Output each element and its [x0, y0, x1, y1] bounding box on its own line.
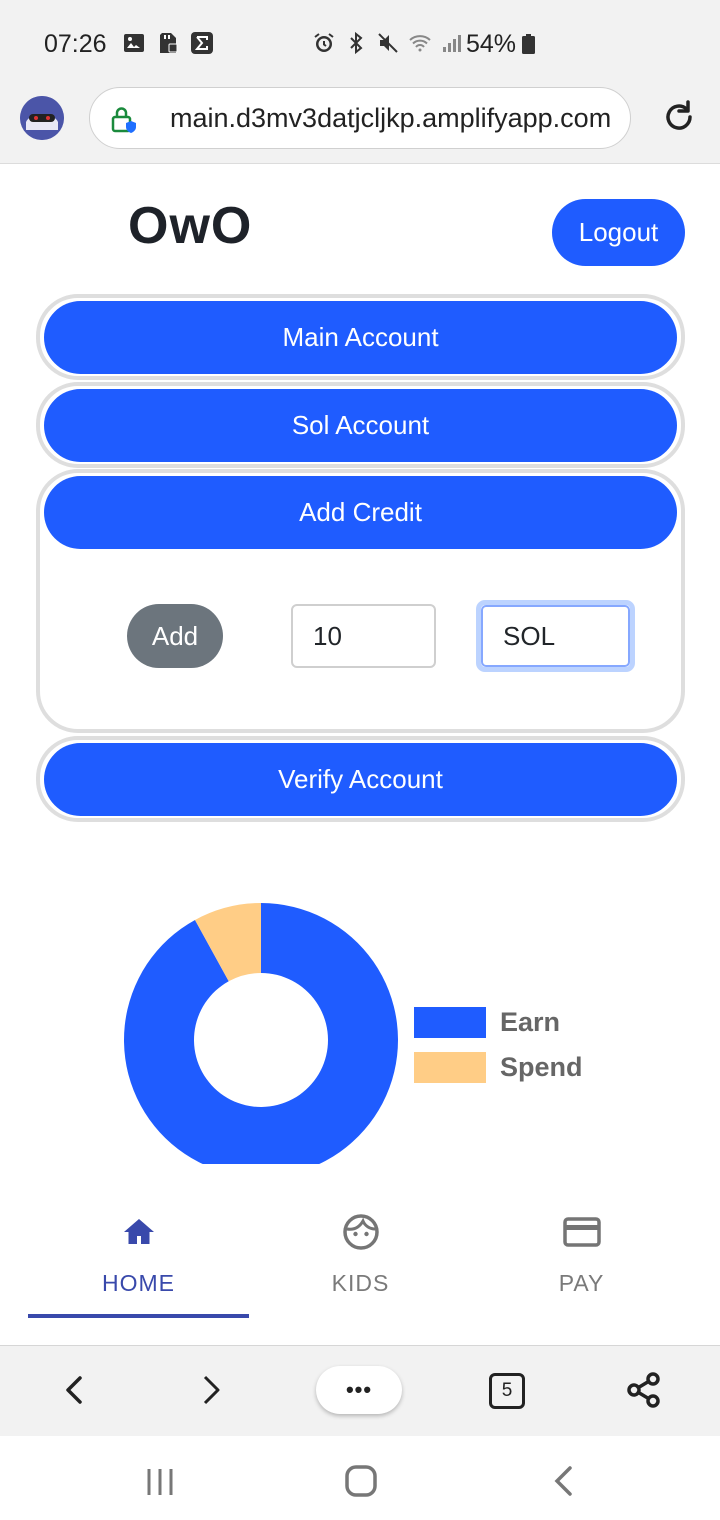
nav-pay[interactable]: PAY	[471, 1190, 692, 1318]
status-notification-icons	[122, 31, 214, 55]
kid-face-icon	[342, 1214, 379, 1250]
sol-account-button[interactable]: Sol Account	[44, 389, 677, 462]
legend-swatch	[414, 1007, 486, 1038]
bottom-navigation: HOME KIDS PAY	[0, 1190, 720, 1340]
legend-label: Spend	[500, 1052, 583, 1082]
reload-icon[interactable]	[660, 98, 698, 136]
recent-apps-icon[interactable]	[140, 1462, 180, 1502]
home-button-icon[interactable]	[340, 1460, 382, 1502]
system-back-icon[interactable]	[544, 1460, 584, 1502]
sigma-icon	[191, 32, 213, 54]
verify-account-button[interactable]: Verify Account	[44, 743, 677, 816]
status-time: 07:26	[44, 30, 107, 58]
share-icon[interactable]	[622, 1368, 666, 1412]
nav-active-indicator	[28, 1314, 249, 1318]
browser-address-row: main.d3mv3datjcljkp.amplifyapp.com	[0, 82, 720, 164]
add-button[interactable]: Add	[127, 604, 223, 668]
mute-icon	[378, 33, 398, 53]
lock-icon[interactable]	[110, 106, 136, 134]
sd-card-icon	[160, 33, 178, 53]
nav-kids[interactable]: KIDS	[250, 1190, 471, 1318]
more-menu-button[interactable]: •••	[316, 1366, 402, 1414]
url-text[interactable]: main.d3mv3datjcljkp.amplifyapp.com	[170, 103, 620, 135]
app-title: OwO	[128, 197, 253, 255]
chart-legend: Earn Spend	[414, 1000, 583, 1090]
nav-home-label: HOME	[102, 1270, 175, 1296]
legend-swatch	[414, 1052, 486, 1083]
legend-label: Earn	[500, 1007, 561, 1037]
main-account-button[interactable]: Main Account	[44, 301, 677, 374]
site-avatar-icon[interactable]	[20, 96, 64, 140]
accordion-add-credit: Add Credit Add 10 SOL	[36, 469, 685, 733]
logout-button[interactable]: Logout	[552, 199, 685, 266]
forward-arrow-icon[interactable]	[190, 1368, 234, 1412]
currency-input[interactable]: SOL	[481, 605, 630, 667]
accordion-sol-account: Sol Account	[36, 382, 685, 468]
accordion-verify-account: Verify Account	[36, 736, 685, 822]
status-system-icons	[312, 31, 464, 55]
tabs-button[interactable]: 5	[489, 1373, 525, 1409]
alarm-icon	[314, 33, 334, 52]
legend-item-spend[interactable]: Spend	[414, 1045, 583, 1090]
browser-toolbar: ••• 5	[0, 1345, 720, 1436]
signal-icon	[443, 35, 461, 52]
gallery-icon	[124, 34, 144, 52]
wifi-icon	[409, 35, 431, 52]
accordion-main-account: Main Account	[36, 294, 685, 380]
credit-card-icon	[562, 1217, 601, 1247]
status-bar: 07:26 54%	[0, 0, 720, 82]
battery-percent: 54%	[466, 30, 517, 58]
currency-focus-ring: SOL	[476, 600, 635, 672]
system-navigation-bar	[0, 1436, 720, 1520]
back-arrow-icon[interactable]	[52, 1368, 96, 1412]
battery-icon	[522, 34, 535, 54]
home-icon	[123, 1219, 154, 1244]
amount-input[interactable]: 10	[291, 604, 436, 668]
doughnut-chart	[124, 903, 398, 1164]
add-credit-button[interactable]: Add Credit	[44, 476, 677, 549]
bluetooth-icon	[350, 31, 363, 55]
nav-home[interactable]: HOME	[28, 1190, 249, 1318]
legend-item-earn[interactable]: Earn	[414, 1000, 583, 1045]
nav-kids-label: KIDS	[331, 1270, 390, 1296]
nav-pay-label: PAY	[558, 1270, 605, 1296]
address-bar[interactable]: main.d3mv3datjcljkp.amplifyapp.com	[89, 87, 631, 149]
